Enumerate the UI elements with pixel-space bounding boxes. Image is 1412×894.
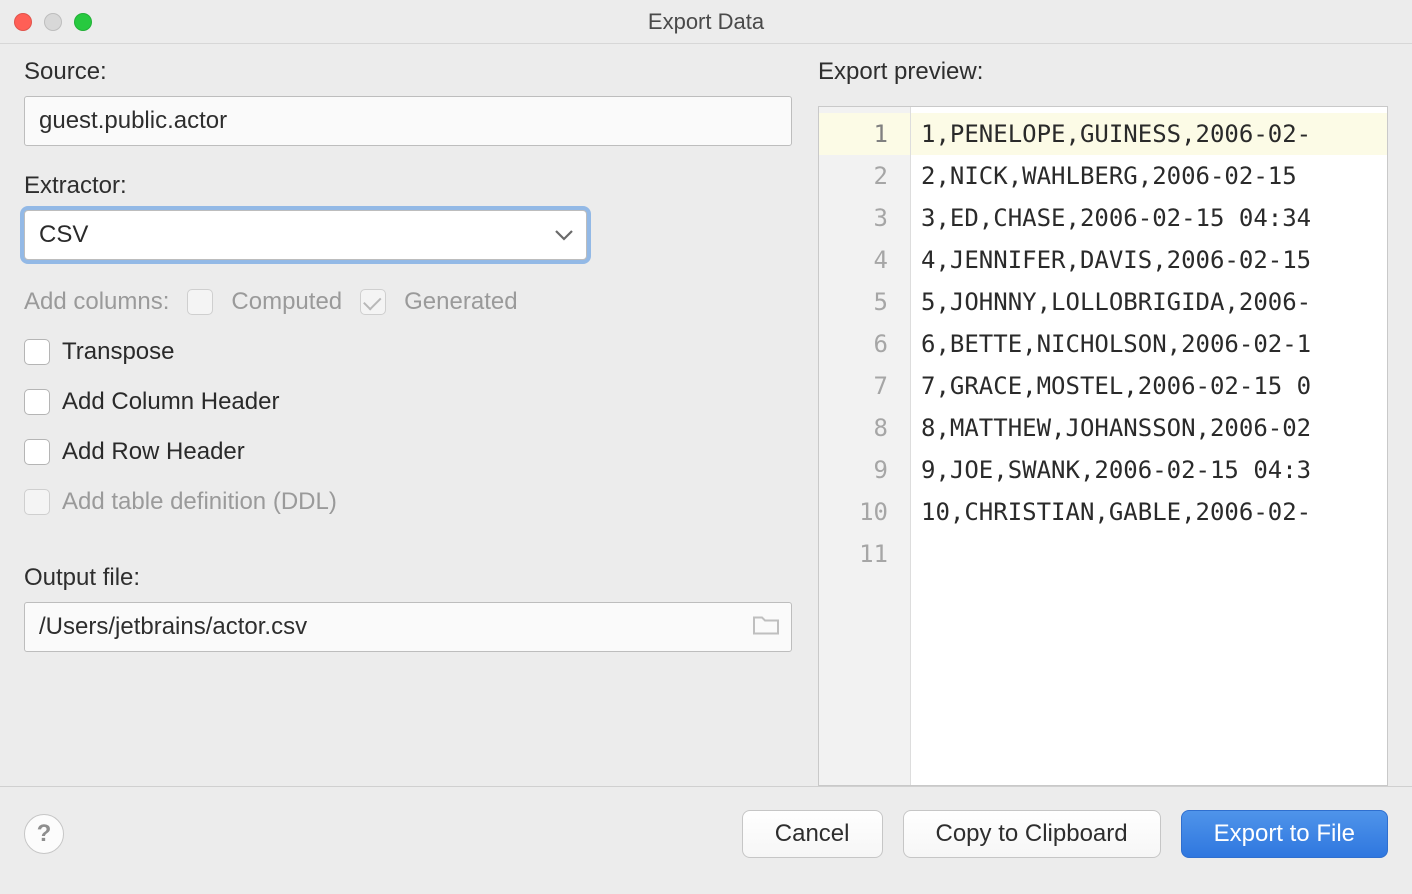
add-column-header-label: Add Column Header bbox=[62, 388, 279, 416]
preview-line: 4,JENNIFER,DAVIS,2006-02-15 bbox=[911, 239, 1387, 281]
gutter-line: 7 bbox=[819, 365, 910, 407]
gutter-line: 11 bbox=[819, 533, 910, 575]
export-preview-pane[interactable]: 1234567891011 1,PENELOPE,GUINESS,2006-02… bbox=[818, 106, 1388, 786]
transpose-checkbox[interactable] bbox=[24, 339, 50, 365]
preview-line: 2,NICK,WAHLBERG,2006-02-15 bbox=[911, 155, 1387, 197]
extractor-select[interactable]: CSV bbox=[24, 210, 587, 260]
add-row-header-checkbox[interactable] bbox=[24, 439, 50, 465]
add-column-header-checkbox[interactable] bbox=[24, 389, 50, 415]
preview-line: 8,MATTHEW,JOHANSSON,2006-02 bbox=[911, 407, 1387, 449]
window-controls bbox=[14, 13, 92, 31]
gutter-line: 1 bbox=[819, 113, 910, 155]
preview-lines: 1,PENELOPE,GUINESS,2006-02-2,NICK,WAHLBE… bbox=[911, 107, 1387, 785]
add-ddl-checkbox bbox=[24, 489, 50, 515]
export-to-file-button[interactable]: Export to File bbox=[1181, 810, 1388, 858]
gutter-line: 4 bbox=[819, 239, 910, 281]
titlebar: Export Data bbox=[0, 0, 1412, 44]
window-title: Export Data bbox=[0, 9, 1412, 35]
cancel-button[interactable]: Cancel bbox=[742, 810, 883, 858]
preview-line: 7,GRACE,MOSTEL,2006-02-15 0 bbox=[911, 365, 1387, 407]
add-ddl-label: Add table definition (DDL) bbox=[62, 488, 337, 516]
preview-line: 3,ED,CHASE,2006-02-15 04:34 bbox=[911, 197, 1387, 239]
generated-checkbox bbox=[360, 289, 386, 315]
preview-line: 1,PENELOPE,GUINESS,2006-02- bbox=[911, 113, 1387, 155]
computed-label: Computed bbox=[231, 288, 342, 316]
copy-to-clipboard-button[interactable]: Copy to Clipboard bbox=[903, 810, 1161, 858]
preview-line: 9,JOE,SWANK,2006-02-15 04:3 bbox=[911, 449, 1387, 491]
extractor-label: Extractor: bbox=[24, 172, 792, 200]
minimize-window-button[interactable] bbox=[44, 13, 62, 31]
computed-checkbox bbox=[187, 289, 213, 315]
dialog-footer: ? Cancel Copy to Clipboard Export to Fil… bbox=[0, 786, 1412, 880]
preview-line: 6,BETTE,NICHOLSON,2006-02-1 bbox=[911, 323, 1387, 365]
output-file-label: Output file: bbox=[24, 564, 792, 592]
transpose-label: Transpose bbox=[62, 338, 175, 366]
gutter-line: 9 bbox=[819, 449, 910, 491]
gutter-line: 3 bbox=[819, 197, 910, 239]
preview-gutter: 1234567891011 bbox=[819, 107, 911, 785]
add-row-header-label: Add Row Header bbox=[62, 438, 245, 466]
close-window-button[interactable] bbox=[14, 13, 32, 31]
source-input[interactable]: guest.public.actor bbox=[24, 96, 792, 146]
preview-line: 10,CHRISTIAN,GABLE,2006-02- bbox=[911, 491, 1387, 533]
preview-line bbox=[911, 533, 1387, 575]
output-file-input[interactable]: /Users/jetbrains/actor.csv bbox=[24, 602, 792, 652]
help-button[interactable]: ? bbox=[24, 814, 64, 854]
add-columns-label: Add columns: bbox=[24, 288, 169, 316]
generated-label: Generated bbox=[404, 288, 517, 316]
gutter-line: 6 bbox=[819, 323, 910, 365]
zoom-window-button[interactable] bbox=[74, 13, 92, 31]
gutter-line: 2 bbox=[819, 155, 910, 197]
export-preview-label: Export preview: bbox=[818, 58, 1388, 86]
source-label: Source: bbox=[24, 58, 792, 86]
preview-line: 5,JOHNNY,LOLLOBRIGIDA,2006- bbox=[911, 281, 1387, 323]
gutter-line: 8 bbox=[819, 407, 910, 449]
browse-folder-icon[interactable] bbox=[752, 614, 780, 641]
gutter-line: 10 bbox=[819, 491, 910, 533]
gutter-line: 5 bbox=[819, 281, 910, 323]
